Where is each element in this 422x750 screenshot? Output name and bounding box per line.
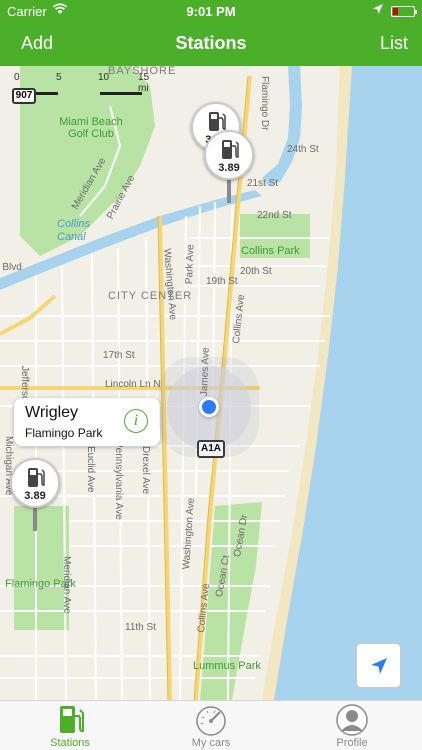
tab-stations[interactable]: Stations — [0, 701, 140, 750]
person-icon — [336, 704, 368, 736]
info-button[interactable]: i — [124, 409, 148, 433]
tab-label: My cars — [191, 737, 231, 749]
add-button[interactable]: Add — [21, 33, 53, 54]
page-title: Stations — [175, 33, 247, 53]
label-lincoln-ln: Lincoln Ln N — [105, 379, 161, 390]
tab-my-cars[interactable]: My cars — [141, 701, 281, 750]
status-bar: Carrier 9:01 PM — [0, 0, 422, 22]
label-city-center: CITY CENTER — [108, 290, 193, 302]
label-19th-st: 19th St — [206, 276, 238, 287]
locate-me-button[interactable] — [356, 643, 401, 688]
station-callout[interactable]: Wrigley Flamingo Park i — [14, 398, 160, 446]
price-label: 3.89 — [218, 162, 240, 174]
label-17th-st: 17th St — [103, 350, 135, 361]
scale-tick-5: 5 — [56, 72, 62, 83]
label-golf-club: Miami Beach Golf Club — [59, 116, 123, 140]
tab-profile[interactable]: Profile — [282, 701, 422, 750]
tab-label: Profile — [336, 737, 368, 749]
label-james-ave: James Ave — [199, 347, 212, 397]
label-bayshore: BAYSHORE — [108, 66, 177, 77]
user-location-dot — [199, 397, 219, 417]
gas-pump-icon — [222, 140, 239, 159]
label-lummus-park: Lummus Park — [193, 660, 261, 672]
label-collins-park: Collins Park — [241, 245, 300, 257]
gas-pump-icon — [28, 468, 45, 487]
tab-bar: Stations My cars Profile — [0, 700, 422, 750]
price-label: 3.89 — [24, 490, 46, 502]
route-907-shield: 907 — [12, 88, 36, 104]
gas-pump-icon — [209, 112, 226, 131]
label-collins-canal: Collins Canal — [57, 218, 91, 243]
navigation-arrow-icon — [371, 658, 387, 674]
station-pin-selected[interactable]: 3.89 — [10, 458, 60, 531]
battery-icon — [391, 6, 417, 17]
label-meridian-ave-2: Meridian Ave — [61, 556, 72, 614]
gas-pump-icon — [60, 706, 84, 733]
label-park-ave: Park Ave — [184, 244, 197, 285]
scale-tick-0: 0 — [14, 72, 20, 83]
route-a1a-shield: A1A — [197, 440, 225, 458]
label-euclid-ave: Euclid Ave — [85, 446, 96, 493]
tab-label: Stations — [50, 737, 90, 749]
navigation-bar: Add Stations List — [0, 22, 422, 66]
speedometer-icon — [196, 706, 226, 736]
clock: 9:01 PM — [186, 4, 236, 19]
map-view[interactable]: 0 5 10 15 mi 907 A1A BAYSHORE Miami Beac… — [0, 66, 422, 700]
station-pin[interactable]: 3.89 — [204, 130, 254, 203]
label-flamingo-dr: Flamingo Dr — [259, 76, 270, 131]
label-11th-st: 11th St — [125, 622, 156, 633]
station-subtitle: Flamingo Park — [25, 426, 103, 440]
label-pennsylvania-ave: Pennsylvania Ave — [113, 441, 124, 520]
list-button[interactable]: List — [380, 33, 408, 54]
station-name: Wrigley — [25, 404, 79, 421]
label-24th-st: 24th St — [287, 144, 319, 155]
label-20th-st: 20th St — [240, 266, 272, 277]
label-22nd-st: 22nd St — [257, 210, 292, 221]
location-arrow-icon — [373, 4, 383, 14]
label-blvd: e Blvd — [0, 262, 22, 273]
label-drexel-ave: Drexel Ave — [140, 446, 151, 495]
